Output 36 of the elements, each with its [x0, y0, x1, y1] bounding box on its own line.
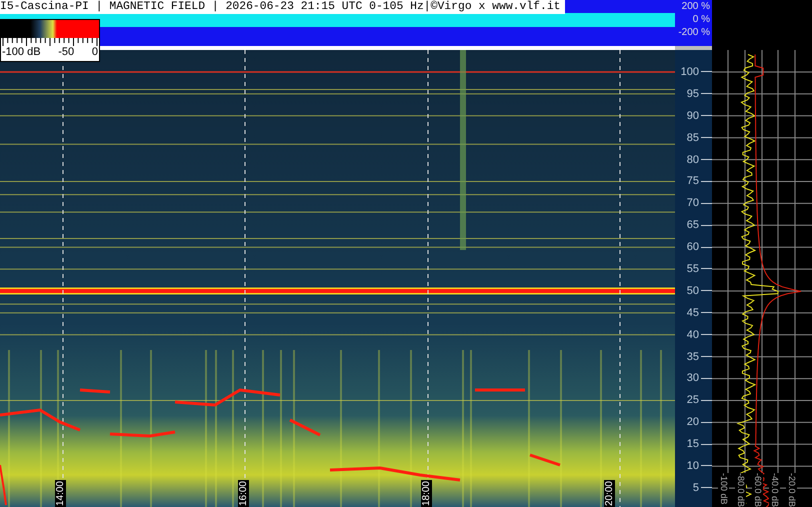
- frequency-label: 100: [680, 66, 699, 78]
- frequency-label: 5: [692, 482, 699, 494]
- frequency-label: 50: [686, 284, 699, 297]
- frequency-label: 15: [686, 438, 699, 450]
- frequency-label: 80: [686, 154, 699, 166]
- frequency-label: 75: [686, 175, 699, 188]
- frequency-label: 90: [686, 110, 699, 122]
- time-label: 16:00: [238, 480, 249, 507]
- db-label: -80.0 dB: [735, 472, 746, 507]
- frequency-label: 25: [686, 394, 699, 406]
- frequency-label: 35: [686, 350, 699, 363]
- db-label: -20.0 dB: [786, 472, 797, 507]
- scale-label: -50: [58, 46, 74, 59]
- time-label: 14:00: [55, 480, 66, 507]
- frequency-label: 60: [686, 241, 699, 254]
- scale-label: 0: [92, 46, 98, 59]
- amplitude-label: 0 %: [692, 13, 710, 26]
- frequency-label: 65: [686, 219, 699, 232]
- frequency-label: 45: [686, 306, 699, 319]
- frequency-label: 30: [686, 372, 699, 384]
- frequency-label: 40: [686, 328, 699, 341]
- db-label: -60.0 dB: [752, 472, 763, 507]
- db-label: -40.0 dB: [769, 472, 780, 507]
- frequency-label: 70: [686, 197, 699, 210]
- frequency-label: 10: [686, 460, 699, 472]
- scale-label: -100 dB: [2, 46, 41, 59]
- time-label: 18:00: [421, 480, 432, 507]
- frequency-label: 85: [686, 132, 699, 144]
- frequency-label: 20: [686, 416, 699, 428]
- time-label: 20:00: [604, 480, 615, 507]
- frequency-label: 55: [686, 262, 699, 275]
- amplitude-label: -200 %: [678, 26, 710, 39]
- chart-title: I5-Cascina-PI | MAGNETIC FIELD | 2026-06-23 21:15 UTC 0-105 Hz|©Virgo x www.vlf.it: [0, 0, 565, 14]
- db-label: -100 dB: [718, 472, 729, 507]
- amplitude-label: 200 %: [682, 0, 710, 13]
- frequency-label: 95: [686, 88, 699, 100]
